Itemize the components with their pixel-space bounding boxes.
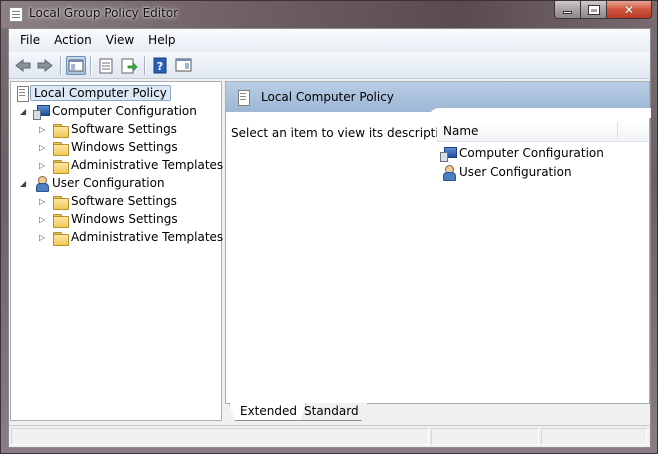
folder-icon — [52, 157, 69, 174]
expand-arrow-icon[interactable]: ▷ — [39, 197, 48, 206]
title-bar[interactable]: Local Group Policy Editor ✕ — [1, 1, 657, 28]
tree-node-user-administrative-templates[interactable]: Administrative Templates — [52, 228, 226, 246]
user-icon — [33, 175, 49, 192]
list-item-label: Computer Configuration — [459, 146, 604, 160]
window-controls: ✕ — [554, 1, 652, 19]
toolbar-separator — [144, 56, 145, 75]
view-tabs: Extended Standard — [225, 403, 650, 421]
policy-document-icon — [14, 85, 30, 102]
properties-button[interactable] — [96, 56, 116, 75]
tree-node-computer-configuration[interactable]: Computer Configuration — [33, 102, 200, 120]
tree-node-software-settings[interactable]: Software Settings — [52, 120, 180, 138]
close-button[interactable]: ✕ — [607, 1, 652, 19]
svg-text:?: ? — [157, 60, 163, 73]
expand-arrow-icon[interactable]: ▷ — [39, 161, 48, 170]
header-curve-decoration — [429, 108, 651, 118]
toolbar-separator — [90, 56, 91, 75]
properties-icon — [99, 58, 113, 74]
user-icon — [440, 164, 456, 181]
column-header-name[interactable]: Name — [437, 120, 649, 142]
tree-node-label: Software Settings — [71, 194, 177, 208]
forward-arrow-icon — [37, 58, 53, 73]
tree-node-user-configuration[interactable]: User Configuration — [33, 174, 168, 192]
tree-node-windows-settings[interactable]: Windows Settings — [52, 138, 181, 156]
show-hide-action-pane-button[interactable] — [174, 56, 194, 75]
list-item-label: User Configuration — [459, 165, 572, 179]
tree-node-local-computer-policy[interactable]: Local Computer Policy — [14, 84, 171, 102]
list-item-computer-configuration[interactable]: Computer Configuration — [440, 144, 604, 162]
tree-node-label: Administrative Templates — [71, 158, 224, 172]
toolbar: ? — [9, 52, 650, 79]
show-hide-console-tree-button[interactable] — [66, 56, 86, 75]
folder-icon — [52, 211, 69, 228]
result-pane-title: Local Computer Policy — [261, 90, 394, 104]
status-bar — [9, 425, 650, 447]
back-button[interactable] — [13, 56, 33, 75]
back-arrow-icon — [15, 58, 31, 73]
column-divider[interactable] — [617, 122, 618, 140]
main-window: Local Group Policy Editor ✕ File Action … — [0, 0, 658, 454]
show-hide-action-pane-icon — [175, 58, 192, 72]
folder-icon — [52, 193, 69, 210]
folder-icon — [52, 139, 69, 156]
folder-icon — [52, 121, 69, 138]
maximize-button[interactable] — [581, 1, 607, 19]
menu-file[interactable]: File — [9, 30, 47, 50]
window-title: Local Group Policy Editor — [29, 6, 179, 20]
result-pane: Local Computer Policy Select an item to … — [225, 81, 651, 421]
computer-icon — [33, 103, 50, 120]
show-hide-console-tree-icon — [68, 59, 84, 72]
status-cell-secondary — [431, 428, 539, 445]
minimize-icon — [563, 11, 572, 14]
policy-document-icon — [235, 89, 251, 106]
folder-icon — [52, 229, 69, 246]
column-header-label: Name — [443, 124, 479, 138]
maximize-icon — [587, 4, 600, 15]
expand-arrow-icon[interactable]: ▷ — [39, 125, 48, 134]
tab-extended[interactable]: Extended — [229, 403, 306, 421]
tree-node-administrative-templates[interactable]: Administrative Templates — [52, 156, 226, 174]
toolbar-separator — [60, 56, 61, 75]
menu-help[interactable]: Help — [141, 30, 182, 50]
expand-arrow-icon[interactable]: ▷ — [39, 233, 48, 242]
forward-button[interactable] — [35, 56, 55, 75]
tree-node-label: User Configuration — [52, 176, 165, 190]
tree-node-label: Software Settings — [71, 122, 177, 136]
collapse-arrow-icon[interactable]: ◢ — [20, 179, 29, 188]
computer-icon — [440, 145, 457, 162]
tree-node-label: Windows Settings — [71, 212, 178, 226]
export-list-button[interactable] — [119, 56, 139, 75]
export-list-icon — [121, 58, 138, 74]
close-icon: ✕ — [623, 2, 635, 17]
tree-node-user-windows-settings[interactable]: Windows Settings — [52, 210, 181, 228]
tree-node-label: Computer Configuration — [52, 104, 197, 118]
collapse-arrow-icon[interactable]: ◢ — [20, 107, 29, 116]
tree-node-label: Local Computer Policy — [30, 85, 171, 101]
tree-node-user-software-settings[interactable]: Software Settings — [52, 192, 180, 210]
menu-bar: File Action View Help — [9, 29, 650, 51]
description-text: Select an item to view its description. — [231, 126, 458, 140]
help-button[interactable]: ? — [151, 56, 171, 75]
client-area: File Action View Help ? Local Computer P… — [8, 28, 651, 448]
tree-node-label: Administrative Templates — [71, 230, 224, 244]
status-cell-tertiary — [541, 428, 647, 445]
gpedit-app-icon[interactable] — [9, 7, 23, 22]
status-cell-main — [11, 428, 429, 445]
list-item-user-configuration[interactable]: User Configuration — [440, 163, 572, 181]
expand-arrow-icon[interactable]: ▷ — [39, 215, 48, 224]
tree-node-label: Windows Settings — [71, 140, 178, 154]
menu-view[interactable]: View — [99, 30, 141, 50]
console-tree[interactable]: Local Computer Policy ◢ Computer Configu… — [10, 81, 223, 421]
help-icon: ? — [153, 57, 167, 74]
menu-action[interactable]: Action — [47, 30, 99, 50]
expand-arrow-icon[interactable]: ▷ — [39, 143, 48, 152]
minimize-button[interactable] — [554, 1, 581, 19]
